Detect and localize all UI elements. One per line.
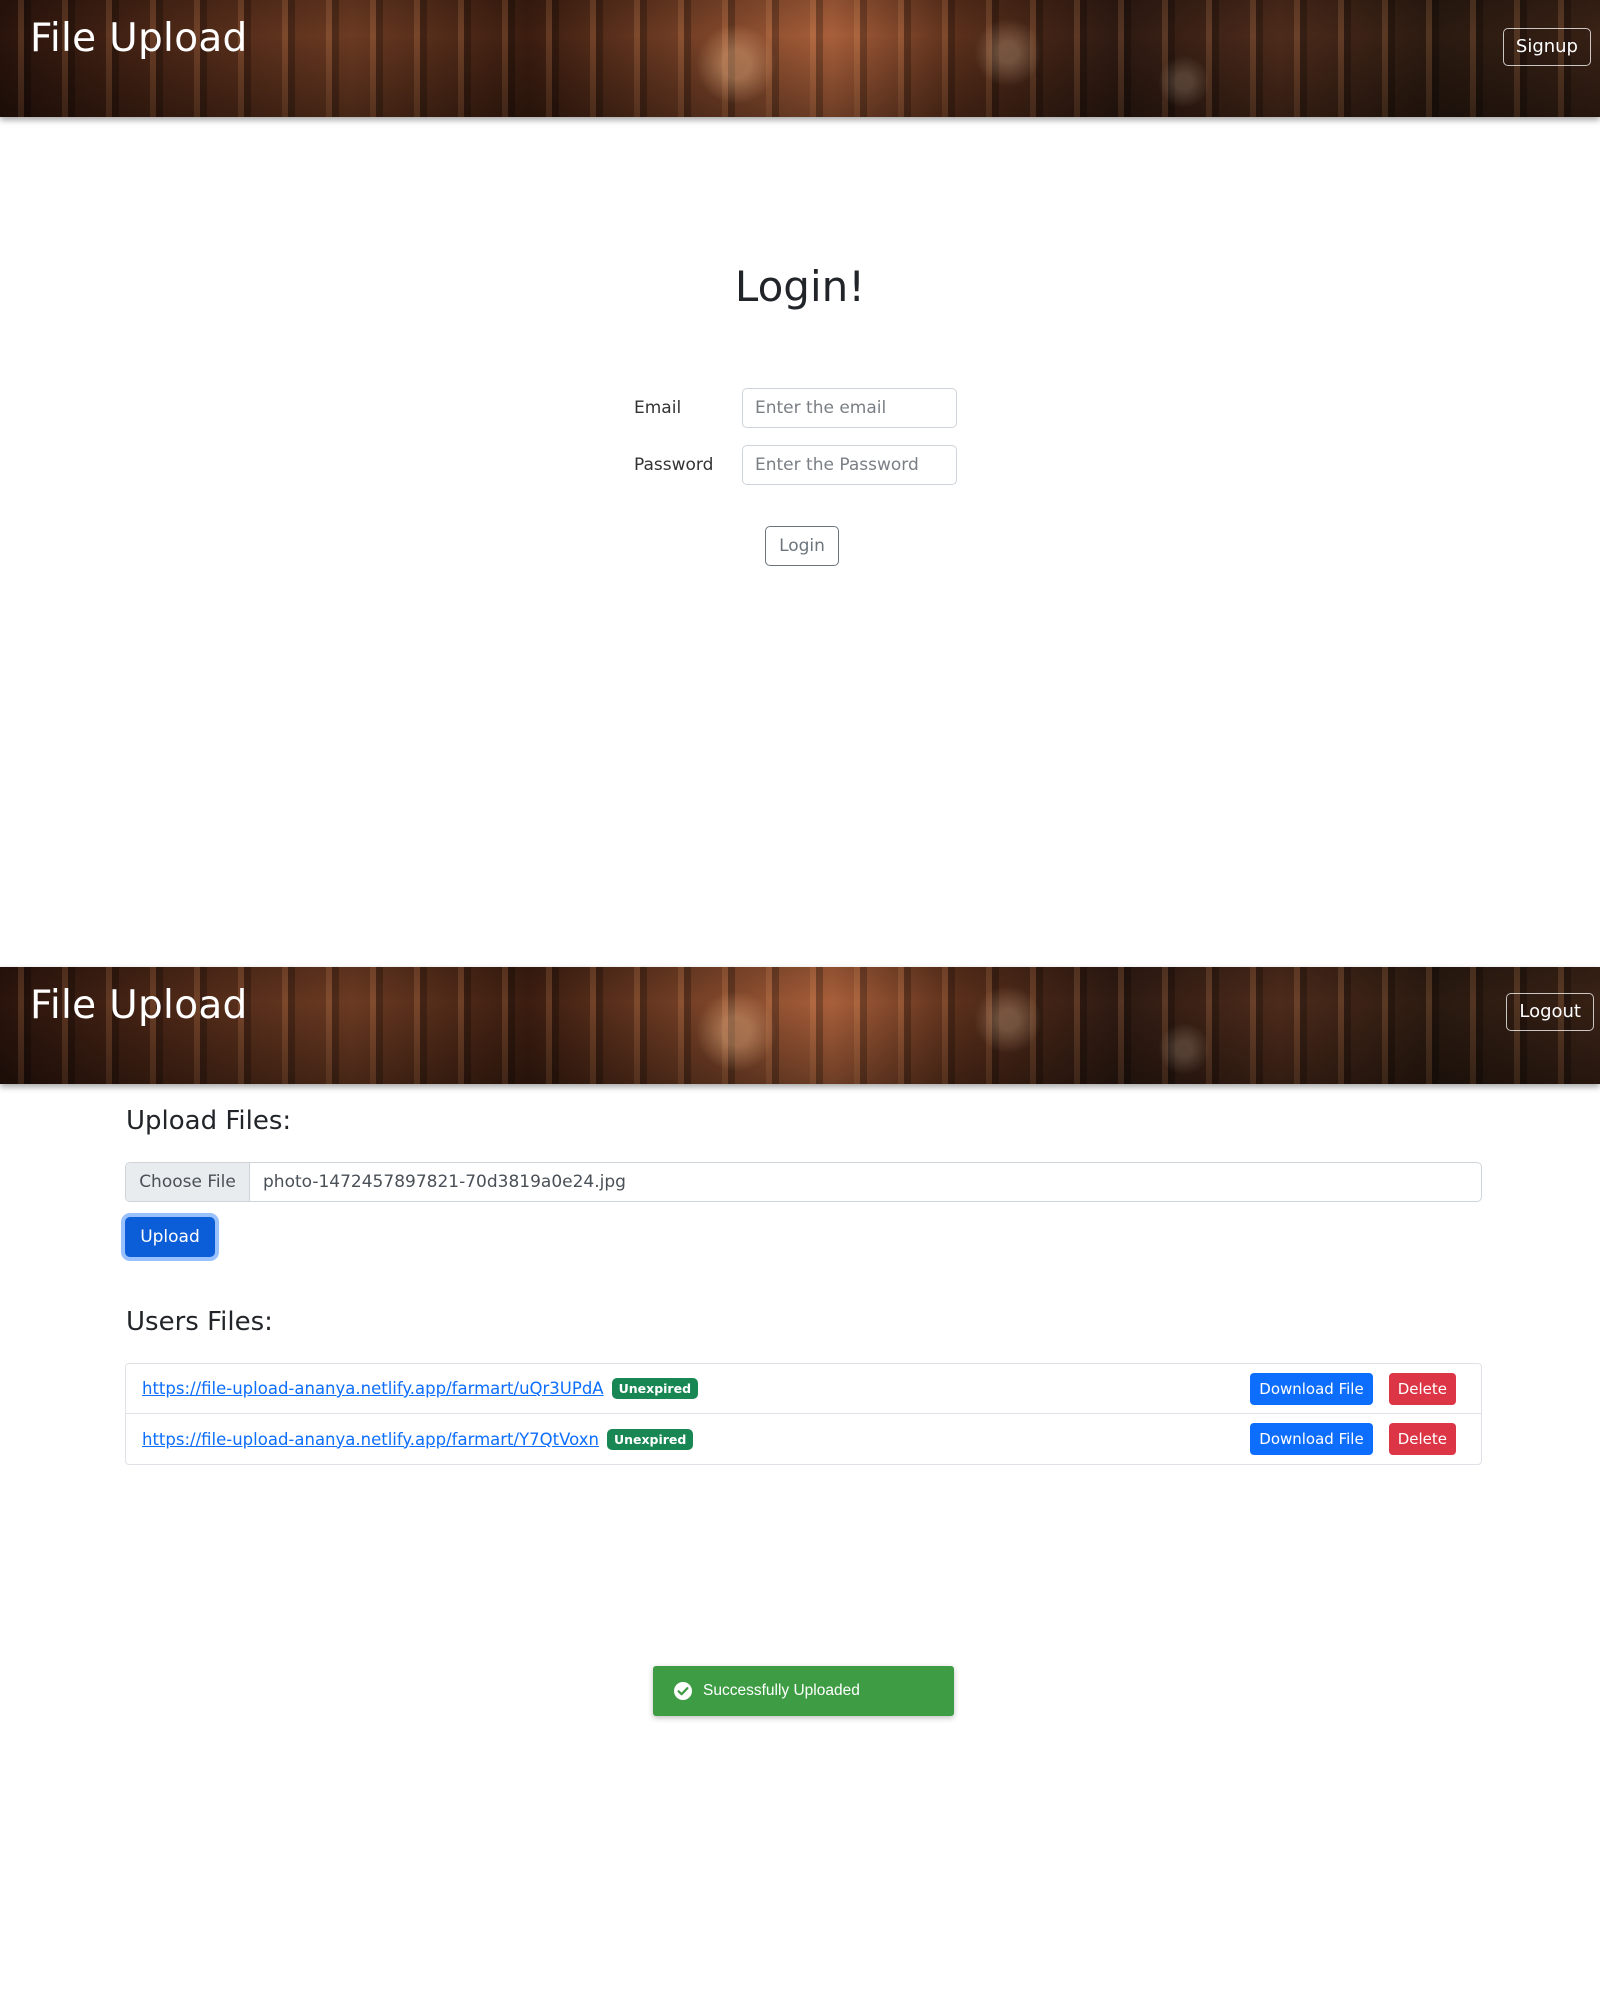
download-file-button[interactable]: Download File [1250,1373,1373,1405]
email-label: Email [634,398,682,418]
delete-button[interactable]: Delete [1388,1373,1456,1405]
list-item: https://file-upload-ananya.netlify.app/f… [126,1414,1481,1464]
success-toast[interactable]: Successfully Uploaded [653,1666,954,1716]
logout-button[interactable]: Logout [1506,993,1594,1031]
email-field[interactable] [742,388,957,428]
password-field[interactable] [742,445,957,485]
choose-file-button[interactable]: Choose File [126,1163,250,1201]
header-banner: File Upload Logout [0,967,1600,1084]
users-files-heading: Users Files: [126,1307,273,1337]
delete-button[interactable]: Delete [1388,1423,1456,1455]
toast-message: Successfully Uploaded [703,1682,860,1699]
password-label: Password [634,455,714,475]
row-actions: Download File Delete [1250,1423,1456,1455]
page-title: Login! [734,262,866,311]
files-screen: File Upload Logout Upload Files: Choose … [0,967,1600,2000]
upload-button[interactable]: Upload [125,1217,215,1257]
files-list: https://file-upload-ananya.netlify.app/f… [125,1363,1482,1465]
brand-title: File Upload [30,983,248,1028]
selected-file-name: photo-1472457897821-70d3819a0e24.jpg [263,1172,626,1192]
check-circle-icon [674,1682,692,1700]
header-banner: File Upload Signup [0,0,1600,117]
login-button[interactable]: Login [765,526,839,566]
status-badge: Unexpired [606,1428,694,1450]
brand-title: File Upload [30,16,248,61]
status-badge: Unexpired [611,1378,699,1399]
file-link[interactable]: https://file-upload-ananya.netlify.app/f… [142,1430,599,1449]
file-link[interactable]: https://file-upload-ananya.netlify.app/f… [142,1379,604,1398]
email-row: Email [634,388,957,428]
list-item: https://file-upload-ananya.netlify.app/f… [126,1364,1481,1414]
password-row: Password [634,445,957,485]
row-actions: Download File Delete [1250,1373,1456,1405]
login-screen: File Upload Signup Login! Email Password… [0,0,1600,967]
upload-files-heading: Upload Files: [126,1106,292,1136]
file-input[interactable]: Choose File photo-1472457897821-70d3819a… [125,1162,1482,1202]
download-file-button[interactable]: Download File [1250,1423,1373,1455]
signup-button[interactable]: Signup [1502,28,1591,66]
